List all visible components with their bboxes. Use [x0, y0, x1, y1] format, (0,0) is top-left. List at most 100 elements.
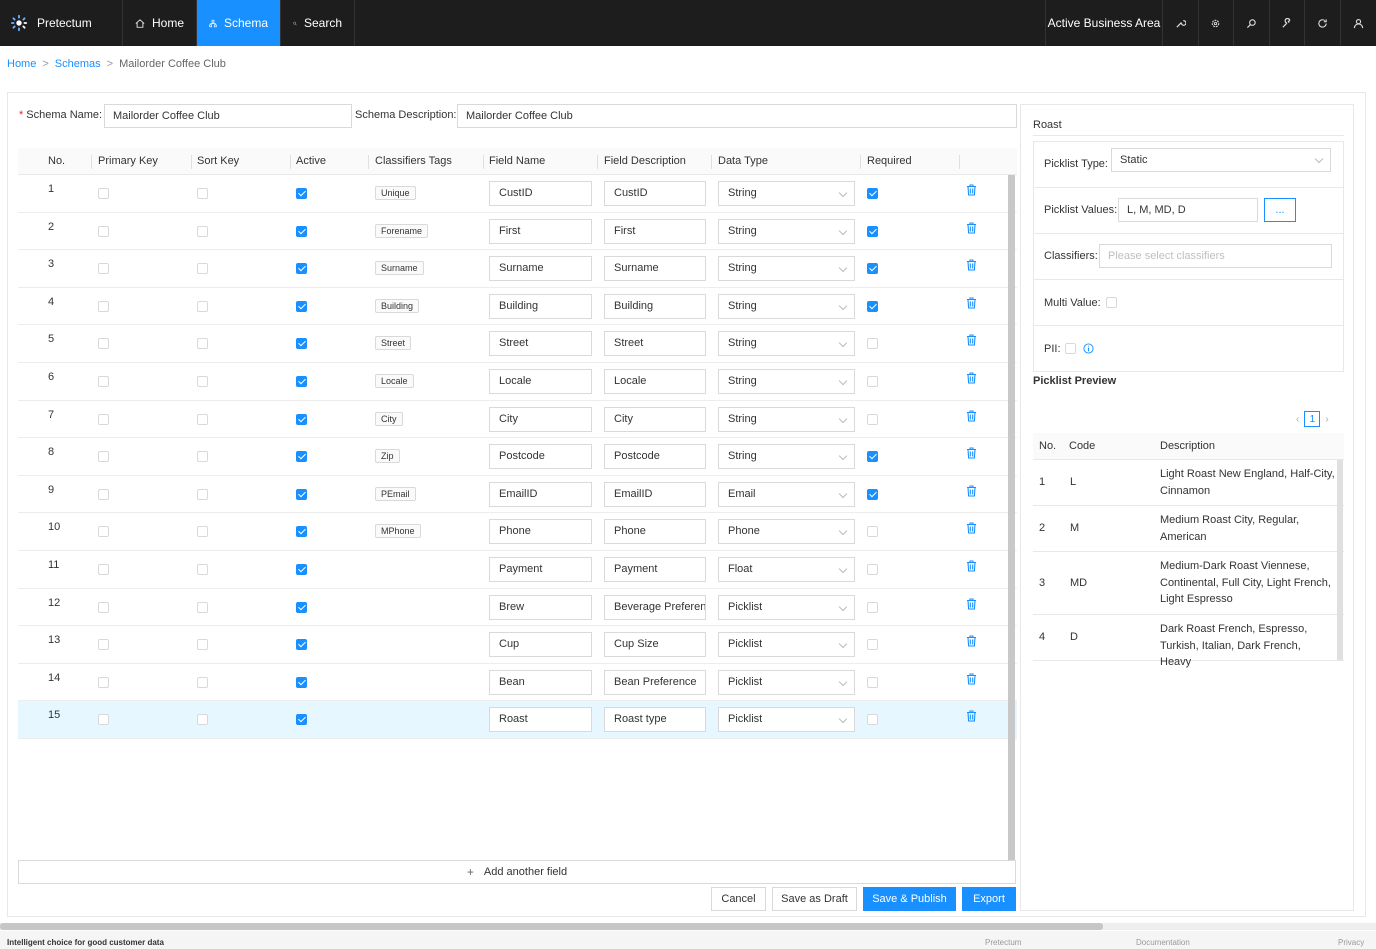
add-field-button[interactable]: + Add another field — [18, 860, 1016, 884]
active-checkbox[interactable] — [296, 338, 307, 350]
field-name-input[interactable]: Cup — [489, 632, 592, 658]
sort-key-checkbox[interactable] — [197, 451, 208, 463]
table-row[interactable]: 1 Unique CustID CustID String — [18, 175, 1017, 213]
active-checkbox[interactable] — [296, 526, 307, 538]
data-type-select[interactable]: Picklist — [718, 594, 855, 620]
sort-key-checkbox[interactable] — [197, 263, 208, 275]
field-name-input[interactable]: Phone — [489, 519, 592, 545]
active-business-area[interactable]: Active Business Area — [1045, 0, 1163, 46]
classifier-tag[interactable]: MPhone — [375, 524, 421, 539]
table-row[interactable]: 6 Locale Locale Locale String — [18, 363, 1017, 401]
data-type-select[interactable]: Email — [718, 481, 855, 507]
primary-key-checkbox[interactable] — [98, 375, 109, 387]
field-description-input[interactable]: Locale — [604, 368, 706, 394]
info-icon[interactable] — [1083, 343, 1094, 354]
delete-row-icon[interactable] — [966, 259, 977, 274]
field-description-input[interactable]: Cup Size — [604, 632, 706, 658]
active-checkbox[interactable] — [296, 451, 307, 463]
required-checkbox[interactable] — [867, 563, 878, 575]
export-button[interactable]: Export — [962, 887, 1016, 911]
sort-key-checkbox[interactable] — [197, 488, 208, 500]
delete-row-icon[interactable] — [966, 522, 977, 537]
active-checkbox[interactable] — [296, 563, 307, 575]
field-name-input[interactable]: Building — [489, 293, 592, 319]
field-description-input[interactable]: Phone — [604, 519, 706, 545]
breadcrumb-home[interactable]: Home — [7, 58, 36, 70]
table-row[interactable]: 5 Street Street Street String — [18, 325, 1017, 363]
active-checkbox[interactable] — [296, 188, 307, 199]
field-name-input[interactable]: City — [489, 406, 592, 432]
nav-home[interactable]: Home — [123, 0, 197, 46]
field-description-input[interactable]: Bean Preference — [604, 669, 706, 695]
field-name-input[interactable]: Postcode — [489, 444, 592, 470]
delete-row-icon[interactable] — [966, 560, 977, 575]
primary-key-checkbox[interactable] — [98, 413, 109, 425]
page-number[interactable]: 1 — [1304, 411, 1321, 427]
sort-key-checkbox[interactable] — [197, 639, 208, 651]
field-name-input[interactable]: Roast — [489, 707, 592, 733]
field-name-input[interactable]: Street — [489, 331, 592, 357]
sort-key-checkbox[interactable] — [197, 676, 208, 688]
schema-name-input[interactable]: Mailorder Coffee Club — [104, 104, 352, 128]
classifier-tag[interactable]: Zip — [375, 449, 400, 464]
data-type-select[interactable]: Float — [718, 556, 855, 582]
active-checkbox[interactable] — [296, 300, 307, 312]
classifier-tag[interactable]: Building — [375, 298, 420, 313]
sort-key-checkbox[interactable] — [197, 714, 208, 726]
table-row[interactable]: 10 MPhone Phone Phone Phone — [18, 513, 1017, 551]
delete-row-icon[interactable] — [966, 372, 977, 387]
required-checkbox[interactable] — [867, 225, 878, 237]
field-description-input[interactable]: Building — [604, 293, 706, 319]
sort-key-checkbox[interactable] — [197, 225, 208, 237]
classifier-tag[interactable]: Unique — [375, 186, 416, 200]
required-checkbox[interactable] — [867, 188, 878, 199]
save-draft-button[interactable]: Save as Draft — [772, 887, 857, 911]
field-description-input[interactable]: Beverage Preferen — [604, 594, 706, 620]
data-type-select[interactable]: String — [718, 218, 855, 244]
data-type-select[interactable]: String — [718, 293, 855, 319]
data-type-select[interactable]: String — [718, 331, 855, 357]
cancel-button[interactable]: Cancel — [711, 887, 766, 911]
delete-row-icon[interactable] — [966, 447, 977, 462]
sort-key-checkbox[interactable] — [197, 526, 208, 538]
field-name-input[interactable]: First — [489, 218, 592, 244]
tools-icon[interactable] — [1163, 0, 1199, 46]
table-row[interactable]: 12 Brew Beverage Preferen Picklist — [18, 589, 1017, 627]
picklist-type-select[interactable]: Static — [1111, 148, 1331, 172]
classifier-tag[interactable]: Street — [375, 336, 412, 351]
data-type-select[interactable]: String — [718, 406, 855, 432]
sort-key-checkbox[interactable] — [197, 300, 208, 312]
sort-key-checkbox[interactable] — [197, 413, 208, 425]
active-checkbox[interactable] — [296, 263, 307, 275]
data-type-select[interactable]: String — [718, 368, 855, 394]
primary-key-checkbox[interactable] — [98, 714, 109, 726]
field-name-input[interactable]: Payment — [489, 556, 592, 582]
primary-key-checkbox[interactable] — [98, 225, 109, 237]
table-row[interactable]: 9 PEmail EmailID EmailID Email — [18, 476, 1017, 514]
table-row[interactable]: 8 Zip Postcode Postcode String — [18, 438, 1017, 476]
primary-key-checkbox[interactable] — [98, 263, 109, 275]
primary-key-checkbox[interactable] — [98, 451, 109, 463]
footer-link-privacy[interactable]: Privacy — [1338, 938, 1364, 947]
classifier-tag[interactable]: City — [375, 411, 403, 426]
required-checkbox[interactable] — [867, 451, 878, 463]
active-checkbox[interactable] — [296, 413, 307, 425]
schema-description-input[interactable]: Mailorder Coffee Club — [457, 104, 1017, 128]
horizontal-scrollbar-thumb[interactable] — [0, 923, 1103, 930]
field-description-input[interactable]: First — [604, 218, 706, 244]
sort-key-checkbox[interactable] — [197, 338, 208, 350]
active-checkbox[interactable] — [296, 639, 307, 651]
required-checkbox[interactable] — [867, 676, 878, 688]
delete-row-icon[interactable] — [966, 410, 977, 425]
primary-key-checkbox[interactable] — [98, 563, 109, 575]
table-row[interactable]: 4 Building Building Building String — [18, 288, 1017, 326]
data-type-select[interactable]: Picklist — [718, 669, 855, 695]
active-checkbox[interactable] — [296, 375, 307, 387]
required-checkbox[interactable] — [867, 263, 878, 275]
delete-row-icon[interactable] — [966, 635, 977, 650]
table-row[interactable]: 15 Roast Roast type Picklist — [18, 701, 1017, 739]
refresh-icon[interactable] — [1305, 0, 1341, 46]
field-name-input[interactable]: Bean — [489, 669, 592, 695]
wrench-icon[interactable] — [1270, 0, 1305, 46]
preview-scrollbar[interactable] — [1337, 460, 1343, 660]
